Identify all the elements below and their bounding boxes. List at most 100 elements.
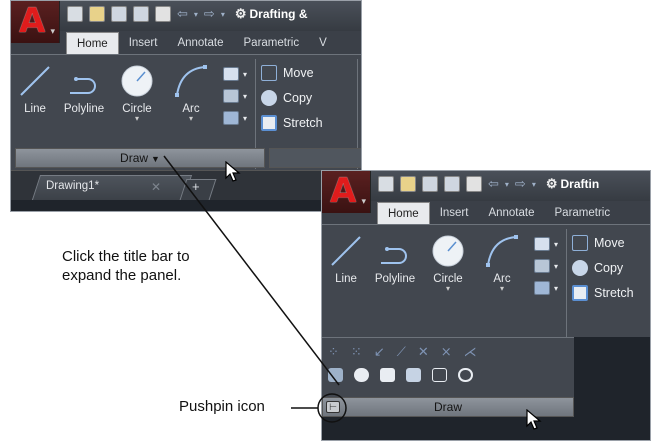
ribbon-tabs: Home Insert Annotate Parametric V <box>66 32 337 54</box>
stretch-button[interactable]: Stretch <box>572 285 634 301</box>
measure-icon[interactable]: ⋌ <box>464 344 477 360</box>
polyline-icon <box>377 233 413 269</box>
tab-parametric[interactable]: Parametric <box>545 202 621 224</box>
stretch-icon <box>261 115 277 131</box>
line-label: Line <box>335 273 357 285</box>
save-icon[interactable] <box>422 176 438 192</box>
new-file-icon[interactable] <box>67 6 83 22</box>
region-button[interactable]: ▾ <box>223 111 247 125</box>
tab-parametric[interactable]: Parametric <box>234 32 310 54</box>
workspace-switcher[interactable]: ⚙ Drafting & <box>235 6 308 22</box>
chevron-down-icon: ▾ <box>554 239 559 249</box>
application-menu-button[interactable]: A ▾ <box>322 171 371 213</box>
xline-icon[interactable]: ⟋ <box>397 344 406 360</box>
undo-icon[interactable]: ⇦ <box>488 176 499 192</box>
mouse-cursor <box>526 409 542 430</box>
region-button[interactable]: ▾ <box>534 281 558 295</box>
save-as-icon[interactable] <box>133 6 149 22</box>
move-button[interactable]: Move <box>572 235 634 251</box>
tab-view[interactable]: V <box>309 32 337 54</box>
spline-icon[interactable]: ↙ <box>374 344 385 360</box>
panel-divider <box>566 229 567 339</box>
line-tool[interactable]: Line <box>15 63 55 115</box>
line-icon <box>328 233 364 269</box>
tab-annotate[interactable]: Annotate <box>167 32 233 54</box>
workspace-label: Draftin <box>560 177 600 191</box>
print-icon[interactable] <box>155 6 171 22</box>
chevron-down-icon: ▾ <box>361 196 366 206</box>
hatch-button[interactable]: ▾ <box>534 259 558 273</box>
circle-tool[interactable]: Circle ▾ <box>426 233 470 293</box>
undo-dropdown-icon[interactable]: ▾ <box>505 180 509 189</box>
application-menu-button[interactable]: A ▾ <box>11 1 60 43</box>
polyline-tool[interactable]: Polyline <box>370 233 420 285</box>
tab-annotate[interactable]: Annotate <box>478 202 544 224</box>
revcloud-icon[interactable] <box>328 368 343 382</box>
rectangle-button[interactable]: ▾ <box>223 67 247 81</box>
open-file-icon[interactable] <box>89 6 105 22</box>
chevron-down-icon: ▾ <box>50 26 55 36</box>
table-icon[interactable] <box>432 368 447 382</box>
save-icon[interactable] <box>111 6 127 22</box>
rectangle-icon <box>223 67 239 81</box>
polyline-tool[interactable]: Polyline <box>59 63 109 115</box>
divide-icon[interactable]: ⨯ <box>441 344 452 360</box>
move-button[interactable]: Move <box>261 65 323 81</box>
multiple-points-icon[interactable]: ✕ <box>418 344 429 360</box>
chevron-down-icon: ▾ <box>243 113 248 123</box>
circle-tool[interactable]: Circle ▾ <box>115 63 159 123</box>
arc-tool[interactable]: Arc ▾ <box>171 63 211 123</box>
rectangle-button[interactable]: ▾ <box>534 237 558 251</box>
new-file-icon[interactable] <box>378 176 394 192</box>
drawing-tab-label: Drawing1* <box>46 180 100 192</box>
undo-dropdown-icon[interactable]: ▾ <box>194 10 198 19</box>
tab-insert[interactable]: Insert <box>119 32 168 54</box>
title-bar: ⇦ ▾ ⇨ ▾ ⚙ Drafting & <box>11 1 361 31</box>
hatch-icon <box>534 259 550 273</box>
stretch-button[interactable]: Stretch <box>261 115 323 131</box>
ray-icon[interactable]: ⁙ <box>351 344 362 360</box>
modify-panel-title-bar[interactable] <box>269 148 361 168</box>
drawing-area[interactable] <box>11 200 361 211</box>
tab-home[interactable]: Home <box>66 32 119 54</box>
polyline-label: Polyline <box>63 103 105 115</box>
redo-dropdown-icon[interactable]: ▾ <box>221 10 225 19</box>
chevron-down-icon: ▼ <box>151 154 160 164</box>
save-as-icon[interactable] <box>444 176 460 192</box>
boundary-icon[interactable] <box>354 368 369 382</box>
chevron-down-icon: ▾ <box>445 284 450 293</box>
copy-label: Copy <box>283 91 313 105</box>
arc-tool[interactable]: Arc ▾ <box>482 233 522 293</box>
arc-icon <box>173 63 209 99</box>
tab-home[interactable]: Home <box>377 202 430 224</box>
copy-button[interactable]: Copy <box>261 90 323 106</box>
close-icon[interactable]: ✕ <box>151 180 161 194</box>
wipeout-icon[interactable] <box>380 368 395 382</box>
construction-line-icon[interactable]: ⁘ <box>328 344 339 360</box>
open-file-icon[interactable] <box>400 176 416 192</box>
drawing-area-bottom[interactable] <box>322 417 650 440</box>
redo-icon[interactable]: ⇨ <box>204 6 215 22</box>
chevron-down-icon: ▾ <box>499 284 504 293</box>
region-icon[interactable] <box>406 368 421 382</box>
quick-access-toolbar: ⇦ ▾ ⇨ ▾ ⚙ Drafting & <box>67 6 308 22</box>
rectangle-icon <box>534 237 550 251</box>
print-icon[interactable] <box>466 176 482 192</box>
move-icon <box>261 65 277 81</box>
draw-small-buttons: ▾ ▾ ▾ <box>534 237 558 295</box>
tab-insert[interactable]: Insert <box>430 202 479 224</box>
undo-icon[interactable]: ⇦ <box>177 6 188 22</box>
line-tool[interactable]: Line <box>326 233 366 285</box>
quick-access-toolbar: ⇦ ▾ ⇨ ▾ ⚙ Draftin <box>378 176 599 192</box>
redo-icon[interactable]: ⇨ <box>515 176 526 192</box>
copy-button[interactable]: Copy <box>572 260 634 276</box>
region-icon <box>534 281 550 295</box>
hatch-button[interactable]: ▾ <box>223 89 247 103</box>
pushpin-icon[interactable]: ⊢ <box>326 401 340 413</box>
redo-dropdown-icon[interactable]: ▾ <box>532 180 536 189</box>
workspace-switcher[interactable]: ⚙ Draftin <box>546 176 599 192</box>
line-label: Line <box>24 103 46 115</box>
donut-icon[interactable] <box>458 368 473 382</box>
pushpin-callout: Pushpin icon <box>179 398 265 415</box>
chevron-down-icon: ▾ <box>243 69 248 79</box>
